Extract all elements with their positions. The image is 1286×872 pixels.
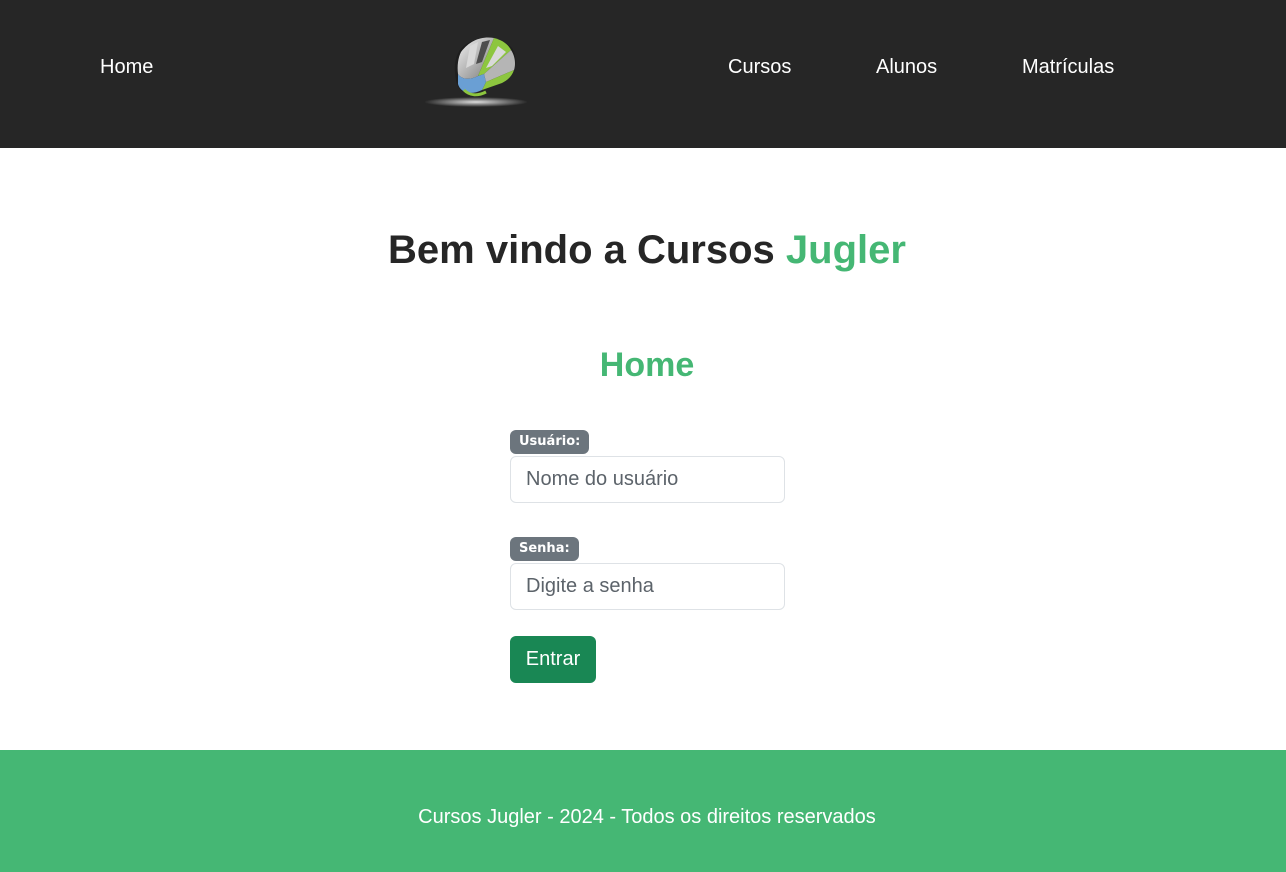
- login-button[interactable]: Entrar: [510, 636, 596, 683]
- site-footer: Cursos Jugler - 2024 - Todos os direitos…: [0, 750, 1286, 872]
- footer-copyright: Cursos Jugler - 2024 - Todos os direitos…: [418, 806, 876, 828]
- password-input[interactable]: [510, 563, 785, 610]
- user-label-badge: Usuário:: [510, 430, 590, 454]
- globe-logo-icon[interactable]: [420, 30, 532, 114]
- welcome-heading: Bem vindo a Cursos Jugler: [0, 226, 1286, 274]
- nav-alunos-link[interactable]: Alunos: [876, 55, 937, 79]
- password-label-badge: Senha:: [510, 537, 579, 561]
- welcome-brand: Jugler: [785, 228, 906, 272]
- welcome-prefix: Bem vindo a Cursos: [388, 228, 786, 272]
- site-header: Home Cursos Alunos Matrículas: [0, 0, 1286, 148]
- page-title: Home: [599, 346, 695, 384]
- nav-matriculas-link[interactable]: Matrículas: [1022, 55, 1114, 79]
- nav-home-link[interactable]: Home: [100, 55, 153, 79]
- nav-cursos-link[interactable]: Cursos: [728, 55, 791, 79]
- username-input[interactable]: [510, 456, 785, 503]
